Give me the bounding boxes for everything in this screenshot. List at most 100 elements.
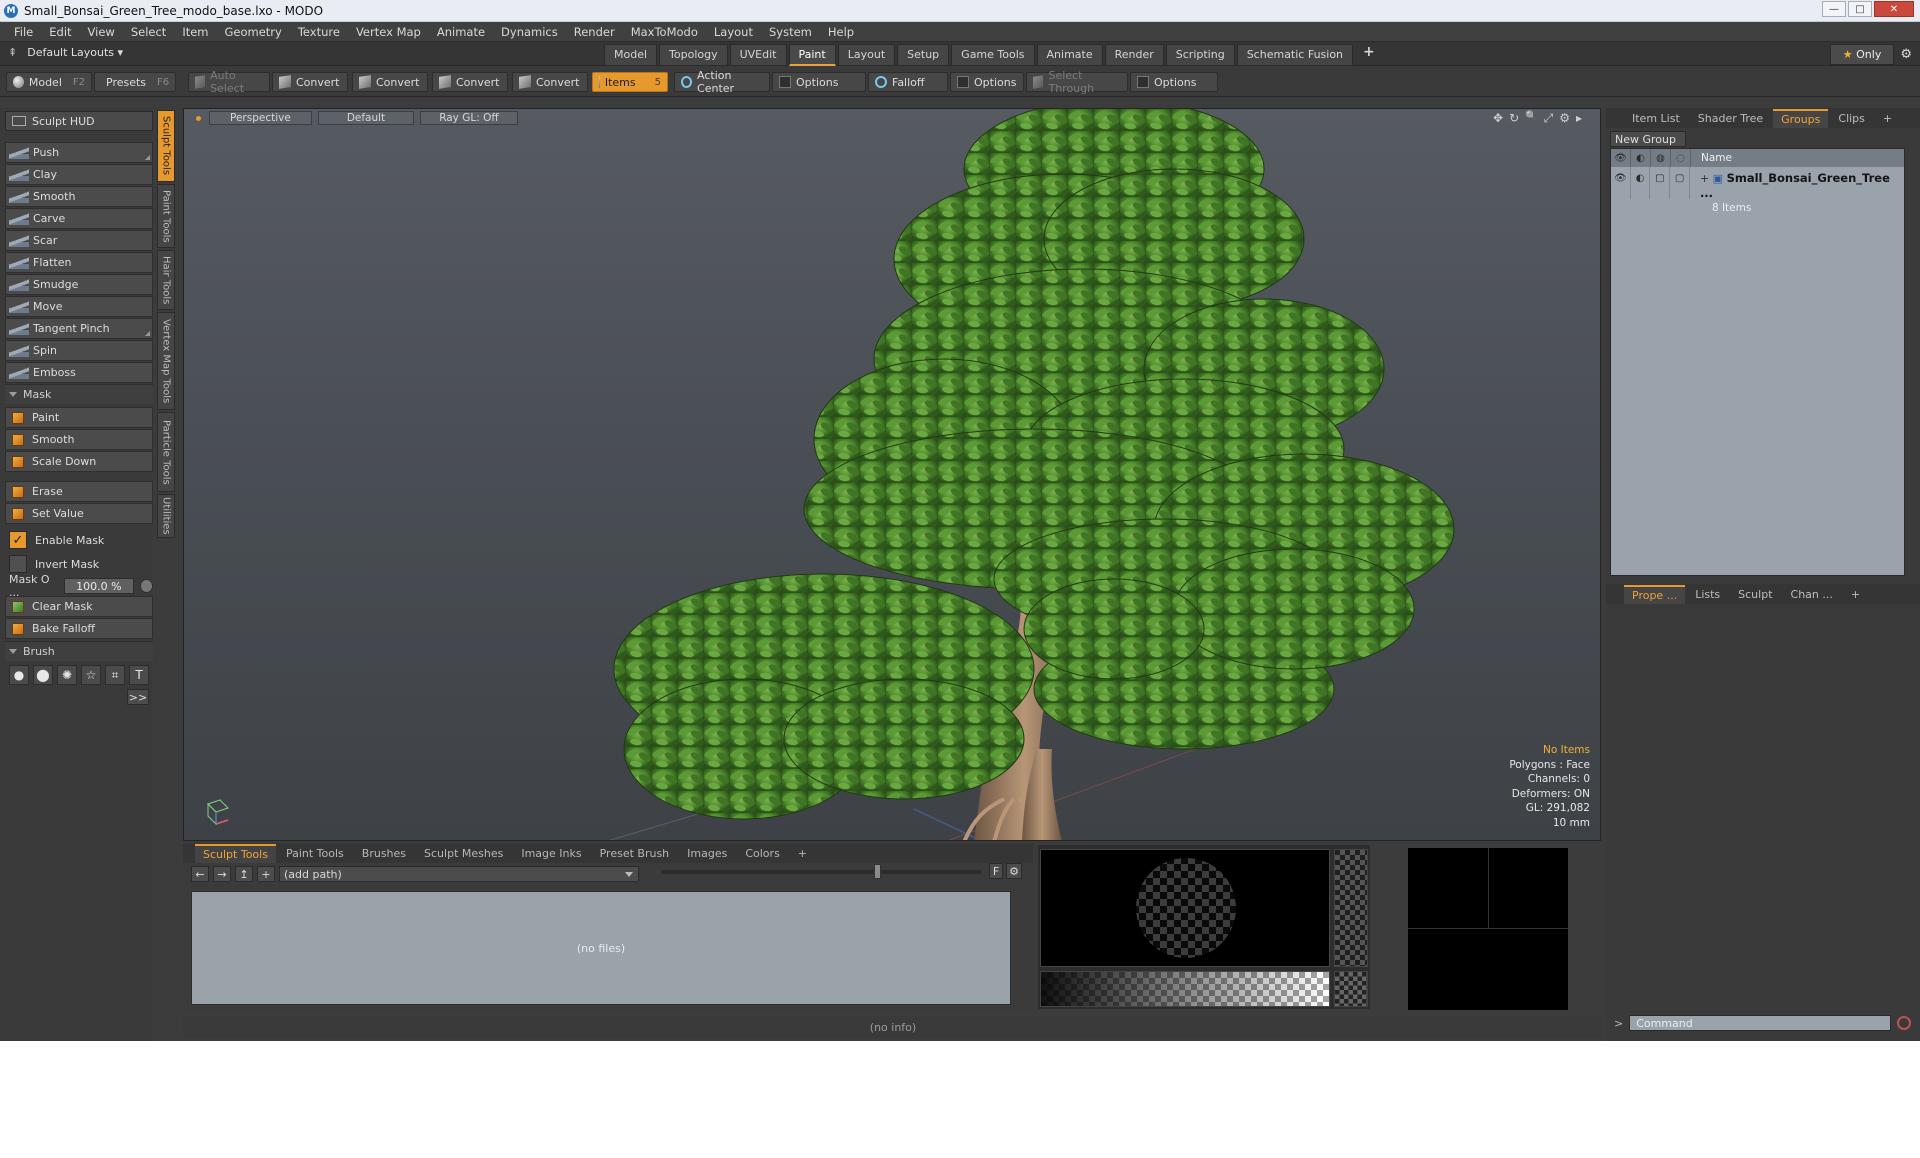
- tool-smudge[interactable]: Smudge: [5, 274, 153, 295]
- group-row[interactable]: 👁 ◐ ▢ ▢ + ▣ Small_Bonsai_Green_Tree ... …: [1611, 167, 1904, 214]
- lock-toggle-icon[interactable]: ▢: [1650, 167, 1671, 199]
- mask-opacity-knob[interactable]: [139, 579, 153, 593]
- mask-section-header[interactable]: Mask: [5, 384, 153, 404]
- clear-mask-button[interactable]: Clear Mask: [5, 596, 153, 617]
- tool-tangent-pinch[interactable]: Tangent Pinch: [5, 318, 153, 339]
- menu-edit[interactable]: Edit: [41, 25, 79, 39]
- tab-item-list[interactable]: Item List: [1624, 110, 1688, 127]
- brush-splat-icon[interactable]: ✺: [57, 665, 77, 685]
- menu-item[interactable]: Item: [174, 25, 216, 39]
- menu-dynamics[interactable]: Dynamics: [493, 25, 566, 39]
- model-button[interactable]: Model F2: [6, 72, 92, 92]
- mask-tool-paint[interactable]: Paint: [5, 407, 153, 428]
- tab-render[interactable]: Render: [1104, 44, 1164, 66]
- tool-smooth[interactable]: Smooth: [5, 186, 153, 207]
- mask-tool-set-value[interactable]: Set Value: [5, 503, 153, 524]
- tool-push[interactable]: Push: [5, 142, 153, 163]
- btab-sculpt-tools[interactable]: Sculpt Tools: [195, 843, 276, 863]
- command-input[interactable]: Command: [1629, 1015, 1892, 1031]
- render-toggle-icon[interactable]: ◐: [1631, 167, 1651, 199]
- tool-scar[interactable]: Scar: [5, 230, 153, 251]
- brush-smooth-icon[interactable]: ●: [9, 665, 29, 685]
- vtab-hair-tools[interactable]: Hair Tools: [157, 250, 175, 310]
- minimize-button[interactable]: —: [1822, 1, 1846, 17]
- browser-settings-icon[interactable]: ⚙: [1006, 863, 1022, 879]
- select-through-options-button[interactable]: Options: [1130, 72, 1218, 92]
- expand-more-button[interactable]: >>: [127, 689, 149, 705]
- tab-game-tools[interactable]: Game Tools: [951, 44, 1035, 66]
- auto-select-button[interactable]: Auto Select: [188, 69, 270, 95]
- back-arrow-icon[interactable]: ←: [191, 866, 209, 882]
- action-center-button[interactable]: Action Center: [674, 69, 770, 95]
- menu-system[interactable]: System: [761, 25, 820, 39]
- record-icon[interactable]: [1897, 1016, 1912, 1030]
- btab-colors[interactable]: Colors: [737, 845, 787, 862]
- 3d-viewport[interactable]: Perspective Default Ray GL: Off ✥ ↻ 🔍 ⤢ …: [183, 108, 1601, 841]
- btab-images[interactable]: Images: [679, 845, 735, 862]
- convert-edges-button[interactable]: Convert: [352, 72, 428, 92]
- tab-lists[interactable]: Lists: [1687, 586, 1728, 603]
- tool-clay[interactable]: Clay: [5, 164, 153, 185]
- menu-render[interactable]: Render: [566, 25, 623, 39]
- enable-mask-checkbox[interactable]: ✓: [9, 531, 27, 549]
- btab-image-inks[interactable]: Image Inks: [513, 845, 589, 862]
- pan-icon[interactable]: ✥: [1493, 111, 1503, 126]
- layout-selector[interactable]: ⇞ Default Layouts ▾: [8, 46, 123, 59]
- tab-channels[interactable]: Chan ...: [1783, 586, 1841, 603]
- tool-move[interactable]: Move: [5, 296, 153, 317]
- rotate-icon[interactable]: ↻: [1509, 111, 1519, 126]
- tab-properties[interactable]: Prope ...: [1624, 584, 1686, 604]
- sculpt-hud-button[interactable]: Sculpt HUD: [5, 111, 153, 131]
- brush-text-icon[interactable]: T: [129, 665, 149, 685]
- tool-emboss[interactable]: Emboss: [5, 362, 153, 383]
- path-dropdown[interactable]: (add path): [279, 866, 639, 882]
- btab-add[interactable]: +: [790, 845, 815, 862]
- view-style-default[interactable]: Default: [317, 111, 415, 125]
- invert-mask-checkbox[interactable]: [9, 555, 27, 573]
- expand-icon[interactable]: +: [1700, 172, 1709, 185]
- add-tab-button[interactable]: +: [1355, 44, 1383, 66]
- viewport-menu-dot[interactable]: [196, 115, 201, 121]
- tab-topology[interactable]: Topology: [659, 44, 728, 66]
- select-through-button[interactable]: Select Through: [1026, 69, 1128, 95]
- menu-layout[interactable]: Layout: [706, 25, 761, 39]
- presets-button[interactable]: Presets F6: [94, 72, 176, 92]
- add-path-icon[interactable]: +: [257, 866, 275, 882]
- file-list[interactable]: (no files): [191, 891, 1011, 1005]
- tab-scripting[interactable]: Scripting: [1165, 44, 1235, 66]
- menu-select[interactable]: Select: [123, 25, 174, 39]
- ray-gl-toggle[interactable]: Ray GL: Off: [420, 111, 518, 125]
- vtab-utilities[interactable]: Utilities: [157, 494, 175, 538]
- menu-file[interactable]: File: [6, 25, 41, 39]
- menu-vertex-map[interactable]: Vertex Map: [348, 25, 429, 39]
- menu-help[interactable]: Help: [820, 25, 862, 39]
- mask-tool-scale-down[interactable]: Scale Down: [5, 451, 153, 472]
- convert-vertices-button[interactable]: Convert: [272, 72, 348, 92]
- tab-animate[interactable]: Animate: [1036, 44, 1103, 66]
- maximize-view-icon[interactable]: ⤢: [1544, 111, 1554, 126]
- tab-shader-tree[interactable]: Shader Tree: [1690, 110, 1771, 127]
- brush-star-icon[interactable]: ☆: [81, 665, 101, 685]
- tool-carve[interactable]: Carve: [5, 208, 153, 229]
- btab-preset-brush[interactable]: Preset Brush: [592, 845, 678, 862]
- menu-texture[interactable]: Texture: [290, 25, 348, 39]
- tab-paint[interactable]: Paint: [788, 44, 836, 66]
- falloff-options-button[interactable]: Options: [950, 72, 1024, 92]
- tab-schematic-fusion[interactable]: Schematic Fusion: [1236, 44, 1354, 66]
- only-button[interactable]: ★ Only: [1829, 44, 1895, 65]
- mask-opacity-input[interactable]: 100.0 %: [63, 578, 134, 594]
- tool-spin[interactable]: Spin: [5, 340, 153, 361]
- vtab-particle-tools[interactable]: Particle Tools: [157, 412, 175, 492]
- brush-section-header[interactable]: Brush: [5, 641, 153, 661]
- menu-geometry[interactable]: Geometry: [217, 25, 290, 39]
- tab-uvedit[interactable]: UVEdit: [729, 44, 787, 66]
- action-center-options-button[interactable]: Options: [772, 72, 866, 92]
- layouts-dropdown[interactable]: Default Layouts ▾: [27, 46, 123, 59]
- btab-paint-tools[interactable]: Paint Tools: [278, 845, 352, 862]
- new-group-button[interactable]: New Group: [1610, 131, 1686, 147]
- tab-sculpt[interactable]: Sculpt: [1730, 586, 1780, 603]
- gradient-swatch[interactable]: [1334, 971, 1368, 1007]
- btab-sculpt-meshes[interactable]: Sculpt Meshes: [416, 845, 511, 862]
- convert-polygons-button[interactable]: Convert: [432, 72, 508, 92]
- parent-folder-icon[interactable]: ↥: [235, 866, 253, 882]
